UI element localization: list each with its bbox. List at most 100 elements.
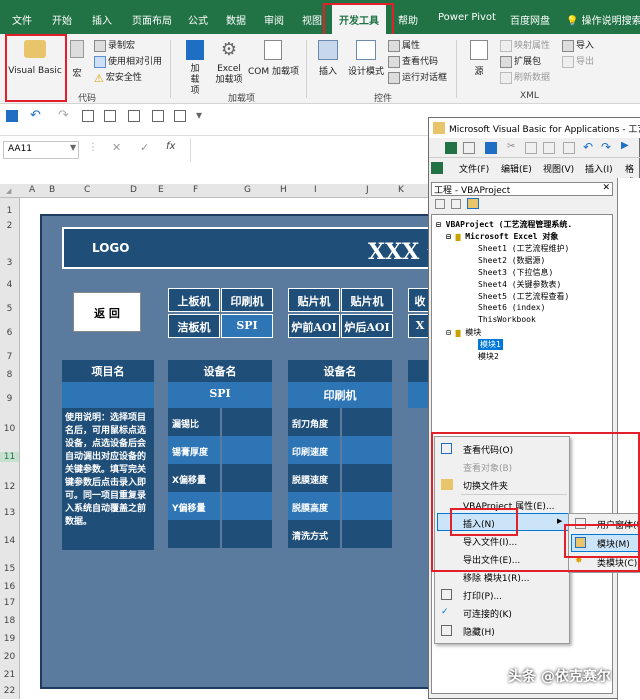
- excel-icon[interactable]: [431, 162, 443, 174]
- row-header[interactable]: 9: [0, 394, 19, 404]
- tree-node-sheet[interactable]: Sheet1 (工艺流程维护): [478, 243, 569, 254]
- tree-node-sheet[interactable]: Sheet6 (index): [478, 303, 545, 312]
- insert-control-button[interactable]: 插入: [314, 40, 342, 77]
- find-icon[interactable]: [563, 142, 575, 154]
- redo-icon[interactable]: ↷: [58, 108, 69, 123]
- view-code-icon[interactable]: [435, 199, 445, 209]
- tree-node-module2[interactable]: 模块2: [478, 351, 499, 362]
- addins-button[interactable]: 加载项: [182, 40, 208, 97]
- row-header[interactable]: 8: [0, 370, 19, 380]
- project-name-cell[interactable]: [62, 382, 154, 408]
- row-header[interactable]: 5: [0, 304, 19, 314]
- column-header[interactable]: C: [84, 185, 90, 195]
- view-object-icon[interactable]: [451, 199, 461, 209]
- tab-review[interactable]: 审阅: [264, 12, 284, 27]
- row-header[interactable]: 19: [0, 634, 19, 644]
- row-header[interactable]: 22: [0, 686, 19, 696]
- column-header[interactable]: D: [130, 185, 137, 195]
- tree-node-workbook[interactable]: ThisWorkbook: [478, 315, 536, 324]
- nav-button[interactable]: 炉前AOI: [288, 314, 340, 338]
- tell-me-search[interactable]: 💡 操作说明搜索: [566, 12, 640, 27]
- menu-hide[interactable]: 隐藏(H): [463, 625, 495, 638]
- com-addins-button[interactable]: COM 加载项: [248, 40, 299, 77]
- tab-data[interactable]: 数据: [226, 12, 246, 27]
- row-header[interactable]: 18: [0, 616, 19, 626]
- view-code-button[interactable]: 查看代码: [388, 54, 438, 68]
- column-header[interactable]: K: [398, 185, 404, 195]
- column-header[interactable]: F: [193, 185, 198, 195]
- column-header[interactable]: I: [314, 185, 317, 195]
- row-header[interactable]: 7: [0, 352, 19, 362]
- column-header[interactable]: H: [280, 185, 287, 195]
- tree-node-sheet[interactable]: Sheet5 (工艺流程查看): [478, 291, 569, 302]
- param-value[interactable]: [222, 408, 272, 436]
- tab-page-layout[interactable]: 页面布局: [132, 12, 172, 27]
- copy-icon[interactable]: [128, 110, 140, 122]
- param-value[interactable]: [222, 520, 272, 548]
- namebox-dropdown-icon[interactable]: ▼: [70, 143, 76, 152]
- column-header[interactable]: A: [29, 185, 35, 195]
- run-icon[interactable]: ▶: [621, 140, 629, 151]
- row-header[interactable]: 13: [0, 508, 19, 518]
- back-button[interactable]: 返 回: [73, 292, 141, 332]
- macros-button[interactable]: 宏: [68, 40, 86, 79]
- param-value[interactable]: [222, 492, 272, 520]
- run-dialog-button[interactable]: 运行对话框: [388, 70, 447, 84]
- print-preview-icon[interactable]: [82, 110, 94, 122]
- xml-source-button[interactable]: 源: [466, 40, 492, 77]
- param-value[interactable]: [342, 464, 392, 492]
- tab-power-pivot[interactable]: Power Pivot: [438, 12, 496, 23]
- save-icon[interactable]: [485, 142, 497, 154]
- tab-file[interactable]: 文件: [12, 12, 32, 27]
- table-icon[interactable]: [152, 110, 164, 122]
- paste-icon[interactable]: [543, 142, 555, 154]
- row-header[interactable]: 6: [0, 328, 19, 338]
- column-header[interactable]: B: [49, 185, 55, 195]
- insert-function-icon[interactable]: fx: [166, 141, 175, 152]
- nav-button[interactable]: 印刷机: [221, 288, 273, 312]
- nav-button[interactable]: 洁板机: [168, 314, 220, 338]
- tab-formulas[interactable]: 公式: [188, 12, 208, 27]
- menu-remove-module[interactable]: 移除 模块1(R)...: [463, 571, 529, 584]
- new-icon[interactable]: [104, 110, 116, 122]
- customize-qat-icon[interactable]: ▾: [196, 108, 202, 122]
- param-value[interactable]: [342, 408, 392, 436]
- expansion-packs-button[interactable]: 扩展包: [500, 54, 541, 68]
- param-value[interactable]: [222, 436, 272, 464]
- tab-home[interactable]: 开始: [52, 12, 72, 27]
- row-header[interactable]: 4: [0, 280, 19, 290]
- tree-node-module1[interactable]: 模块1: [478, 339, 503, 350]
- column-header[interactable]: E: [158, 185, 164, 195]
- tree-node-project[interactable]: ⊟ VBAProject (工艺流程管理系统.: [436, 219, 572, 230]
- copy-icon[interactable]: [525, 142, 537, 154]
- tab-view[interactable]: 视图: [302, 12, 322, 27]
- camera-icon[interactable]: [174, 110, 186, 122]
- excel-icon[interactable]: [445, 142, 457, 154]
- menu-dockable[interactable]: 可连接的(K): [463, 607, 512, 620]
- menu-print[interactable]: 打印(P)...: [463, 589, 502, 602]
- design-mode-button[interactable]: 设计模式: [346, 40, 386, 77]
- row-header[interactable]: 10: [0, 424, 19, 434]
- row-header[interactable]: 17: [0, 598, 19, 608]
- column-header[interactable]: G: [244, 185, 251, 195]
- nav-button[interactable]: 上板机: [168, 288, 220, 312]
- cancel-icon[interactable]: ✕: [112, 141, 121, 154]
- row-header[interactable]: 21: [0, 670, 19, 680]
- cut-icon[interactable]: ✂: [507, 141, 515, 152]
- row-header[interactable]: 3: [0, 258, 19, 268]
- column-header[interactable]: J: [366, 185, 369, 195]
- tree-node-excel-objects[interactable]: ⊟ ▆ Microsoft Excel 对象: [446, 231, 558, 242]
- tree-node-sheet[interactable]: Sheet2 (数据源): [478, 255, 545, 266]
- menu-view[interactable]: 视图(V): [543, 162, 574, 175]
- nav-button[interactable]: 炉后AOI: [341, 314, 393, 338]
- menu-file[interactable]: 文件(F): [459, 162, 489, 175]
- nav-button-selected[interactable]: SPI: [221, 314, 273, 338]
- tree-node-sheet[interactable]: Sheet3 (下拉信息): [478, 267, 553, 278]
- record-macro-button[interactable]: 录制宏: [94, 38, 135, 52]
- param-value[interactable]: [342, 436, 392, 464]
- row-header[interactable]: 2: [0, 221, 19, 231]
- param-value[interactable]: [222, 464, 272, 492]
- insert-userform-icon[interactable]: [463, 142, 475, 154]
- menu-insert[interactable]: 插入(I): [585, 162, 613, 175]
- row-header[interactable]: 14: [0, 536, 19, 546]
